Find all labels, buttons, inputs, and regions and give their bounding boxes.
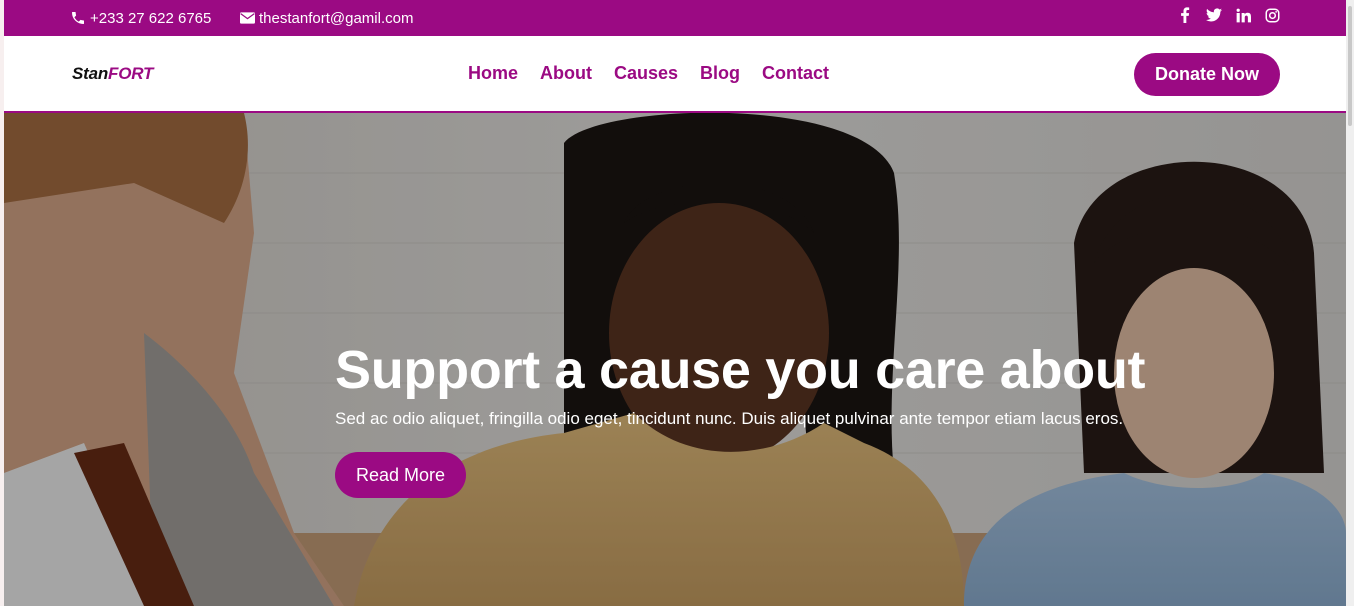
logo-text-fort: FORT: [108, 64, 154, 83]
instagram-icon[interactable]: [1264, 7, 1280, 23]
phone-contact[interactable]: +233 27 622 6765: [70, 0, 211, 36]
scrollbar[interactable]: [1346, 0, 1354, 606]
nav-link-contact[interactable]: Contact: [762, 63, 829, 84]
top-info-bar: +233 27 622 6765 thestanfort@gamil.com: [4, 0, 1346, 36]
envelope-icon: [240, 12, 255, 24]
scrollbar-thumb[interactable]: [1348, 6, 1352, 126]
facebook-icon[interactable]: [1177, 7, 1193, 23]
twitter-icon[interactable]: [1206, 7, 1222, 23]
nav-link-home[interactable]: Home: [468, 63, 518, 84]
email-contact[interactable]: thestanfort@gamil.com: [240, 0, 413, 36]
nav-menu: Home About Causes Blog Contact: [468, 63, 829, 84]
phone-icon: [70, 10, 86, 26]
site-logo[interactable]: StanFORT: [72, 64, 153, 84]
hero-title: Support a cause you care about: [335, 340, 1146, 400]
nav-link-causes[interactable]: Causes: [614, 63, 678, 84]
email-address: thestanfort@gamil.com: [259, 9, 414, 27]
donate-now-button[interactable]: Donate Now: [1134, 53, 1280, 96]
main-navbar: StanFORT Home About Causes Blog Contact …: [4, 36, 1346, 113]
nav-link-blog[interactable]: Blog: [700, 63, 740, 84]
phone-number: +233 27 622 6765: [90, 9, 212, 27]
hero-section: Support a cause you care about Sed ac od…: [4, 113, 1346, 606]
linkedin-icon[interactable]: [1235, 7, 1251, 23]
nav-link-about[interactable]: About: [540, 63, 592, 84]
social-links: [1177, 0, 1280, 30]
read-more-button[interactable]: Read More: [335, 452, 466, 498]
hero-subtitle: Sed ac odio aliquet, fringilla odio eget…: [335, 409, 1124, 428]
page: +233 27 622 6765 thestanfort@gamil.com S…: [4, 0, 1346, 606]
logo-text-stan: Stan: [72, 64, 109, 83]
